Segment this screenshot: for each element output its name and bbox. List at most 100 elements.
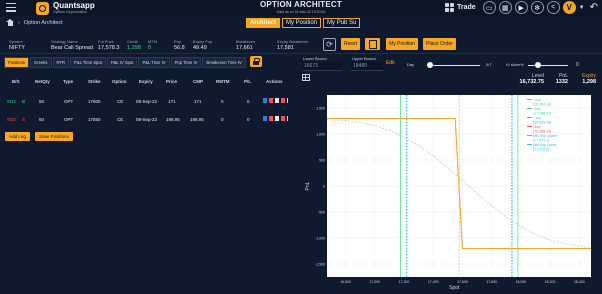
row-1-cmp: 171 bbox=[194, 99, 202, 104]
subtab-pl-time-spot[interactable]: P&L Time Spot bbox=[70, 57, 106, 68]
sell-icon[interactable] bbox=[269, 98, 273, 103]
copy-icon[interactable] bbox=[365, 38, 380, 50]
main-tabs: Architect My Position My Pub Su bbox=[246, 18, 361, 28]
avatar[interactable]: V bbox=[562, 1, 576, 14]
upper-bound-input[interactable]: 18480 bbox=[351, 62, 383, 71]
level-readout: Level 16,732.75 bbox=[512, 73, 544, 85]
subtab-pl-iv-spot[interactable]: P&L IV Spot bbox=[106, 57, 138, 68]
subtab-breakeven-time-iv[interactable]: Breakeven Time IV bbox=[202, 57, 246, 68]
subtab-pop-time-iv[interactable]: Pop Time IV bbox=[170, 57, 202, 68]
fut-price-label: Fut Price bbox=[98, 39, 115, 44]
symbol-label: Symbol bbox=[9, 39, 23, 44]
refresh-icon[interactable]: ⟳ bbox=[323, 38, 336, 51]
buy-icon[interactable] bbox=[263, 116, 267, 121]
row-2-expiry[interactable]: 08-Sep-22 bbox=[136, 117, 157, 122]
my-position-button[interactable]: My Position bbox=[386, 38, 418, 50]
iv-slider[interactable] bbox=[528, 65, 568, 66]
more-icon[interactable] bbox=[287, 98, 288, 103]
row-2-bs[interactable]: S bbox=[22, 117, 25, 122]
row-1-expiry[interactable]: 08-Sep-22 bbox=[136, 99, 157, 104]
row-2-netqty[interactable]: 50 bbox=[39, 117, 44, 122]
apps-icon[interactable]: ▦ bbox=[498, 1, 512, 14]
share-icon[interactable]: < bbox=[546, 1, 560, 14]
row-2-strike[interactable]: 17550 bbox=[88, 117, 101, 122]
header-actions: Trade ▭ ▦ ▶ ✻ < V ▼ ↶ bbox=[444, 1, 598, 14]
chevron-right-icon: › bbox=[18, 19, 20, 26]
mtm-value: 0 bbox=[148, 45, 152, 51]
expiry-pop-field: Expiry Pop 49.49 bbox=[193, 39, 212, 51]
network-icon[interactable]: ✻ bbox=[530, 1, 544, 14]
buy-icon[interactable] bbox=[263, 98, 267, 103]
trade-grid-icon[interactable] bbox=[444, 3, 454, 12]
row-2-option[interactable]: CE bbox=[117, 117, 123, 122]
legend-label: -1sd bbox=[533, 107, 540, 111]
y-tick-label: 500 bbox=[319, 159, 325, 163]
level-value: 16,732.75 bbox=[519, 79, 544, 85]
symbol-field[interactable]: Symbol NIFTY bbox=[9, 39, 25, 51]
row-1-actions bbox=[263, 98, 288, 103]
subtab-rtr[interactable]: RTR bbox=[52, 57, 70, 68]
app: Quantsapp Options Opportunities OPTION A… bbox=[0, 0, 602, 294]
pnl-value: 1332 bbox=[555, 79, 568, 85]
tab-my-position[interactable]: My Position bbox=[282, 18, 322, 28]
delete-icon[interactable] bbox=[281, 98, 285, 103]
more-icon[interactable] bbox=[287, 116, 288, 121]
row-1-option[interactable]: CE bbox=[117, 99, 123, 104]
row-1-id: #1/2 bbox=[7, 99, 16, 104]
top-bar: Quantsapp Options Opportunities OPTION A… bbox=[0, 0, 602, 16]
col-option: Option bbox=[112, 79, 127, 84]
day-slider[interactable] bbox=[430, 65, 480, 66]
screen-icon[interactable]: ▭ bbox=[482, 1, 496, 14]
delete-icon[interactable] bbox=[281, 116, 285, 121]
row-2-id: #2/2 bbox=[7, 117, 16, 122]
table-icon[interactable] bbox=[302, 74, 310, 81]
reset-button[interactable]: Reset bbox=[341, 38, 360, 50]
home-icon[interactable] bbox=[6, 19, 14, 26]
y-tick-label: -1,000 bbox=[315, 237, 325, 241]
tab-my-published[interactable]: My Pub Su bbox=[323, 18, 361, 28]
x-tick-label: 16,800 bbox=[340, 280, 351, 284]
edit-icon[interactable] bbox=[275, 98, 279, 103]
fut-price-field: Fut Price 17,578.3 bbox=[98, 39, 119, 51]
legend-value: (16,594.16) bbox=[533, 121, 551, 125]
subtab-positions[interactable]: Positions bbox=[4, 57, 29, 68]
edit-icon[interactable] bbox=[275, 116, 279, 121]
trade-link[interactable]: Trade bbox=[457, 4, 476, 11]
lower-bound-input[interactable]: 16673 bbox=[302, 62, 342, 71]
row-2-cmp: 198.95 bbox=[190, 117, 204, 122]
section-divider bbox=[0, 53, 602, 54]
pop-field: Pop 56.8 bbox=[174, 39, 185, 51]
strategy-name-label: Strategy Name bbox=[51, 39, 78, 44]
expiry-breakeven-field: Expiry Breakeven 17,581 bbox=[277, 39, 308, 51]
row-1-rmtm: 0 bbox=[221, 99, 224, 104]
row-1-type: OPT bbox=[64, 99, 74, 104]
row-1-bs[interactable]: B bbox=[22, 99, 25, 104]
row-1-pl: 0 bbox=[247, 99, 250, 104]
add-leg-button[interactable]: Add Leg bbox=[5, 132, 30, 141]
payoff-chart[interactable]: 1,500 1,000 500 0 -500 -1,000 -1,500 16,800 17,0… bbox=[301, 89, 598, 292]
iv-slider-handle[interactable] bbox=[535, 62, 541, 68]
place-order-button[interactable]: Place Order bbox=[423, 38, 456, 50]
col-price: Price bbox=[166, 79, 178, 84]
legend-label: +1sd bbox=[533, 116, 541, 120]
lock-icon[interactable] bbox=[250, 56, 262, 67]
expiry-readout: Expiry 1,298 bbox=[576, 73, 596, 85]
save-positions-button[interactable]: Save Positions bbox=[35, 132, 73, 141]
tab-architect[interactable]: Architect bbox=[246, 18, 281, 28]
back-arrow-icon[interactable]: ↶ bbox=[590, 2, 598, 13]
row-1-price[interactable]: 171 bbox=[168, 99, 176, 104]
chevron-down-icon[interactable]: ▼ bbox=[579, 5, 585, 11]
legend-label: +1sd bbox=[533, 98, 541, 102]
sell-icon[interactable] bbox=[269, 116, 273, 121]
breadcrumb: › Option Architect bbox=[6, 19, 63, 26]
video-icon[interactable]: ▶ bbox=[514, 1, 528, 14]
row-2-price[interactable]: 198.95 bbox=[166, 117, 180, 122]
subtab-greeks[interactable]: Greeks bbox=[30, 57, 52, 68]
row-1-strike[interactable]: 17600 bbox=[88, 99, 101, 104]
subtab-pl-time-iv[interactable]: P&L Time IV bbox=[138, 57, 170, 68]
expiry-pop-value: 49.49 bbox=[193, 45, 207, 51]
day-slider-handle[interactable] bbox=[427, 62, 433, 68]
edit-bounds-link[interactable]: Edit bbox=[386, 60, 395, 66]
row-1-netqty[interactable]: 50 bbox=[39, 99, 44, 104]
pnl-readout: PnL 1332 bbox=[552, 73, 568, 85]
